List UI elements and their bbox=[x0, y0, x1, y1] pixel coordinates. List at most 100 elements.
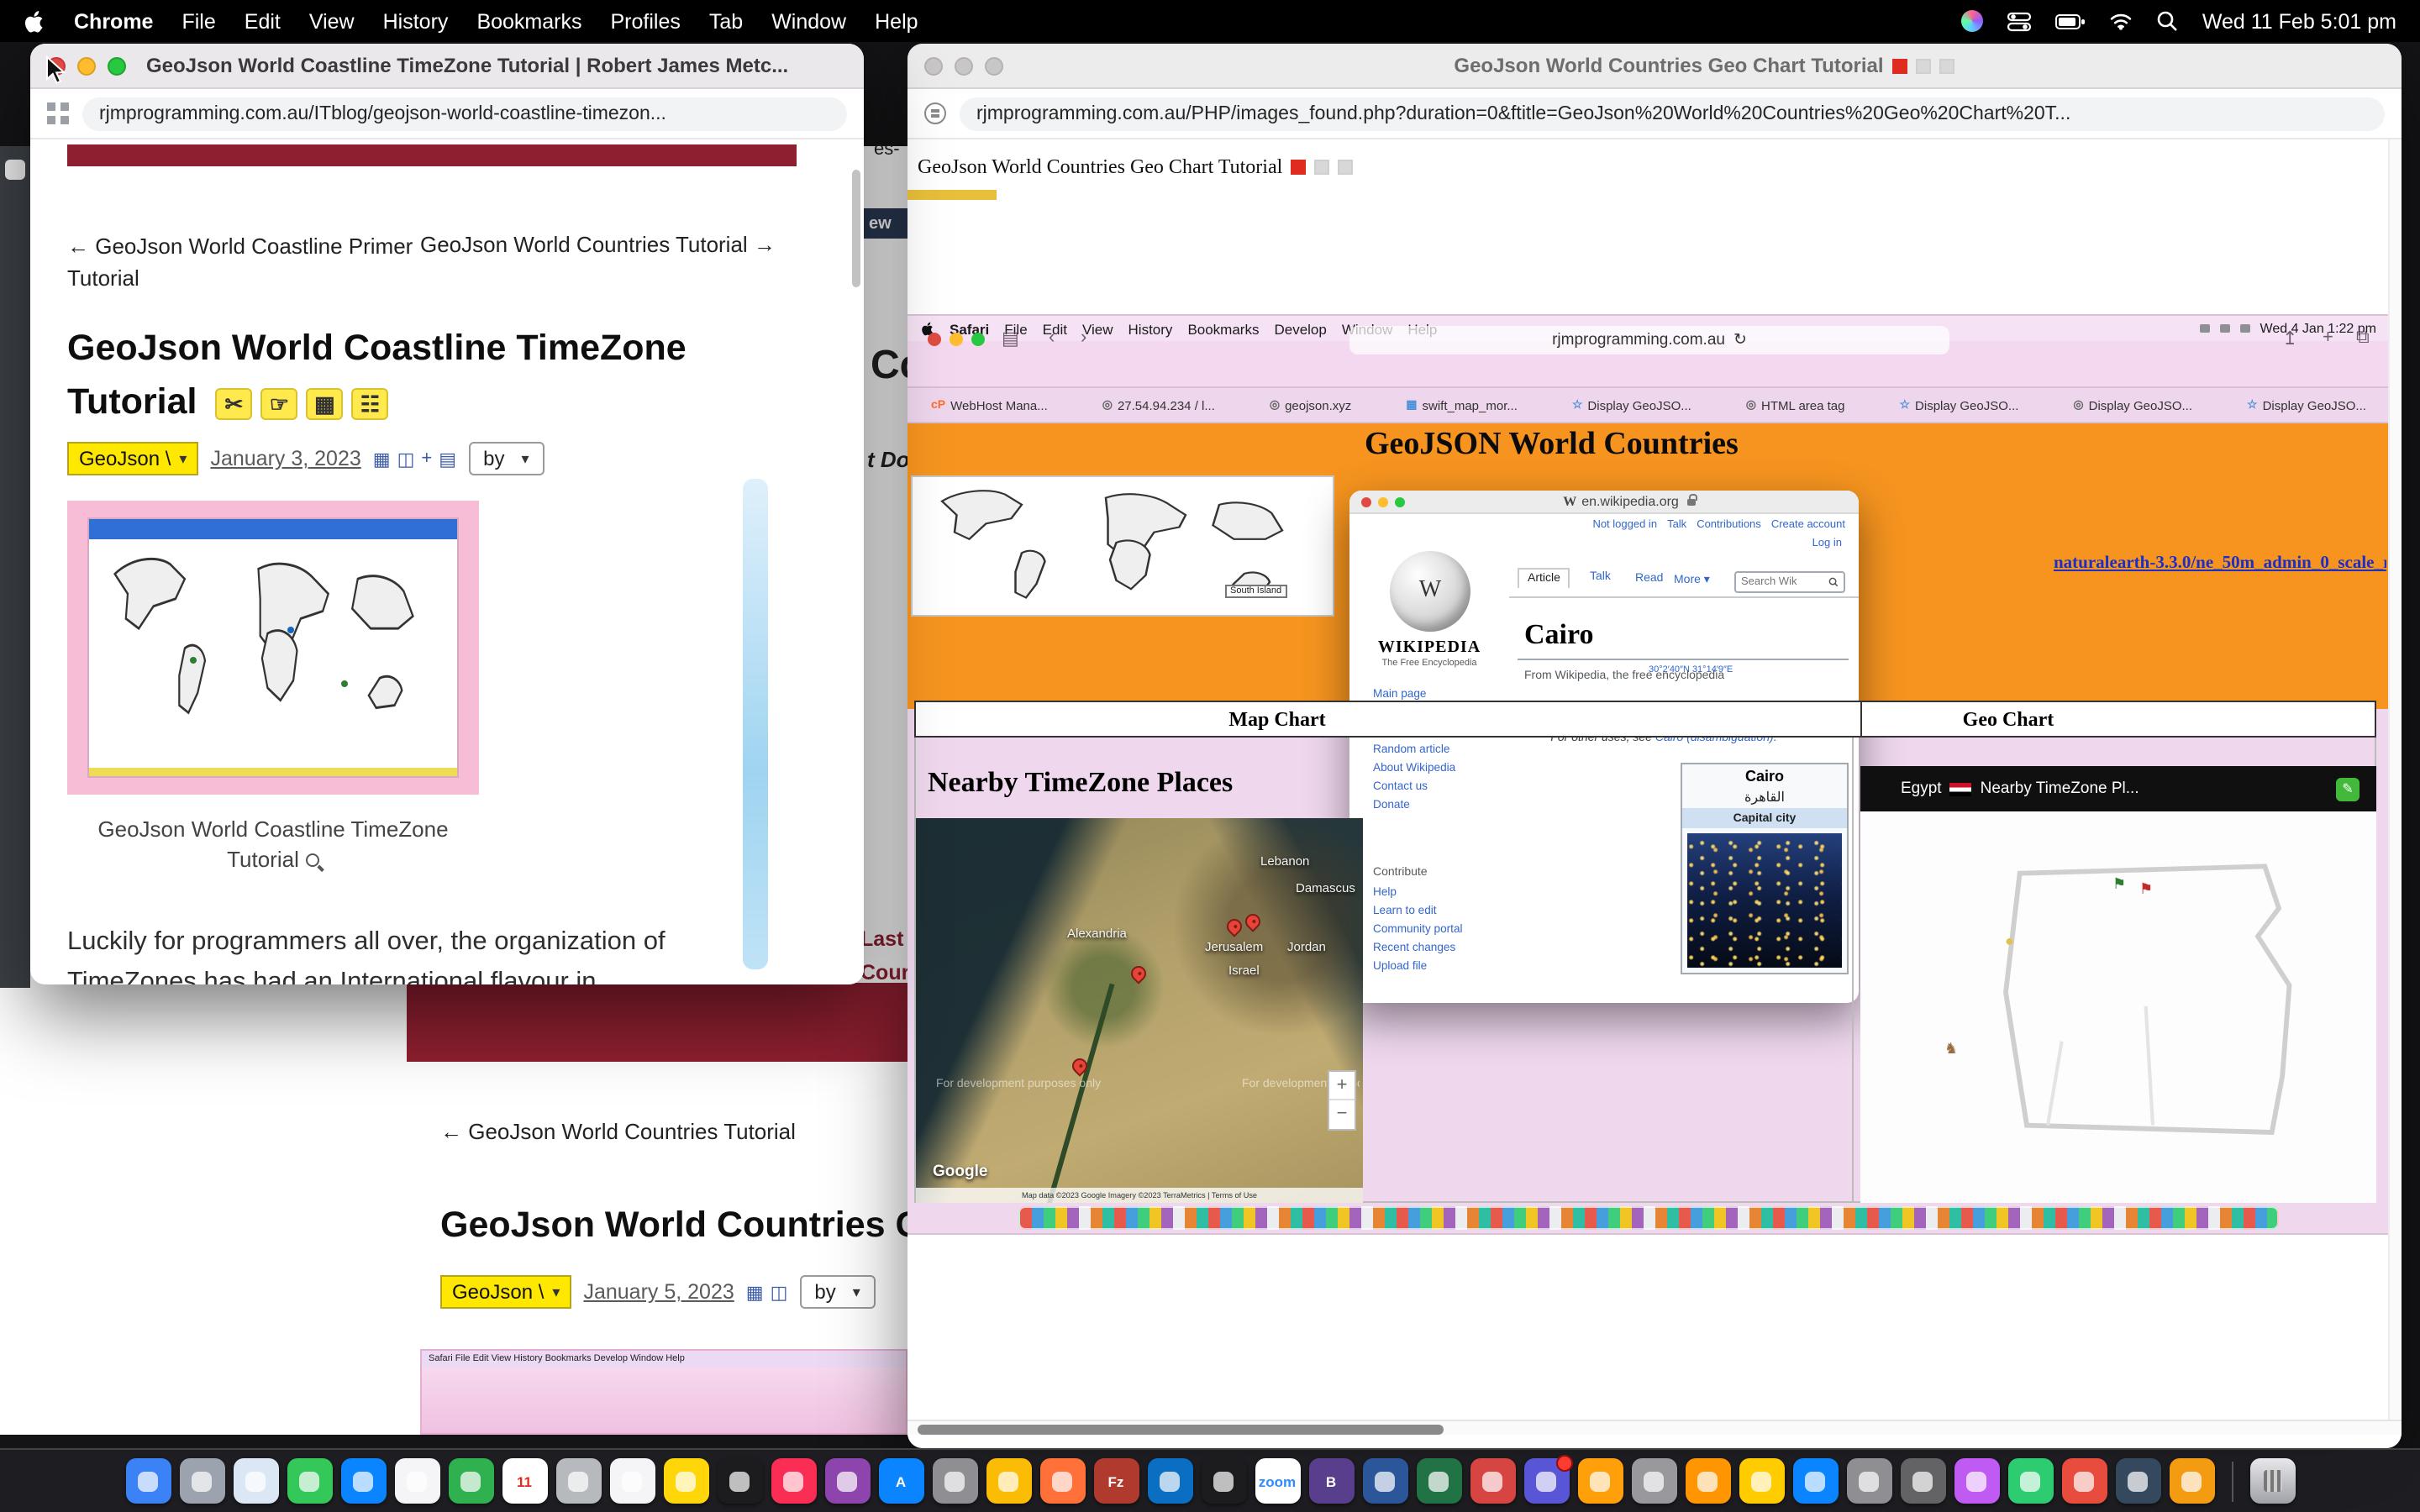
zoom-in-button[interactable]: + bbox=[1329, 1072, 1355, 1100]
dock-app-icon[interactable]: Fz bbox=[1093, 1458, 1139, 1504]
emoji-marker[interactable]: ⚑ bbox=[2139, 880, 2153, 899]
zoom-button[interactable] bbox=[971, 333, 985, 346]
dock-app-icon[interactable] bbox=[340, 1458, 386, 1504]
dock-app-icon[interactable] bbox=[2169, 1458, 2214, 1504]
button-fragment[interactable]: ew bbox=[864, 208, 908, 239]
personal-link[interactable]: Talk bbox=[1667, 519, 1686, 531]
zoom-button[interactable] bbox=[1395, 496, 1405, 507]
search-icon[interactable] bbox=[1828, 576, 1839, 588]
favorite-item[interactable]: ▦swift_map_mor... bbox=[1406, 397, 1518, 412]
menu-item[interactable]: Window bbox=[771, 9, 846, 33]
dock-app-icon[interactable]: B bbox=[1308, 1458, 1354, 1504]
map-attribution[interactable]: Map data ©2023 Google Imagery ©2023 Terr… bbox=[916, 1188, 1363, 1203]
dock-app-icon[interactable] bbox=[125, 1458, 171, 1504]
meta-icon[interactable]: ▦ bbox=[746, 1281, 764, 1303]
vertical-scrollbar-track[interactable] bbox=[2388, 139, 2402, 1420]
site-info-icon[interactable] bbox=[924, 102, 946, 124]
emoji-marker[interactable]: ● bbox=[2005, 932, 2014, 949]
sidebar-icon[interactable]: ▤ bbox=[1002, 328, 1019, 349]
window-titlebar[interactable]: GeoJson World Coastline TimeZone Tutoria… bbox=[30, 44, 864, 89]
post-thumbnail-image[interactable]: Safari File Edit View History Bookmarks … bbox=[420, 1349, 908, 1435]
google-logo[interactable]: Google bbox=[933, 1163, 987, 1181]
embedded-screenshot[interactable]: Safari FileEditViewHistoryBookmarksDevel… bbox=[908, 316, 2390, 1233]
address-bar[interactable]: rjmprogramming.com.au/PHP/images_found.p… bbox=[960, 97, 2385, 130]
dock-app-icon[interactable] bbox=[1792, 1458, 1838, 1504]
minimize-button[interactable] bbox=[955, 56, 973, 75]
inner-menu-item[interactable]: Bookmarks bbox=[1187, 320, 1259, 337]
prev-post-link[interactable]: ← GeoJson World Coastline Primer Tutoria… bbox=[67, 232, 420, 295]
geojson-file-link[interactable]: naturalearth-3.3.0/ne_50m_admin_0_scale_… bbox=[2054, 554, 2386, 573]
post-date-link[interactable]: January 5, 2023 bbox=[583, 1280, 734, 1304]
dock-app-icon[interactable] bbox=[1846, 1458, 1891, 1504]
address-bar[interactable]: rjmprogramming.com.au/ITblog/geojson-wor… bbox=[82, 97, 847, 130]
emoji-button[interactable]: ▦ bbox=[306, 388, 343, 420]
meta-icon[interactable]: ▤ bbox=[439, 448, 456, 470]
minimize-button[interactable] bbox=[1378, 496, 1388, 507]
menu-item[interactable]: View bbox=[309, 9, 355, 33]
personal-link[interactable]: Contributions bbox=[1697, 519, 1761, 531]
map-pin-icon[interactable] bbox=[1223, 916, 1244, 937]
favorite-item[interactable]: ◎Display GeoJSO... bbox=[2073, 397, 2192, 412]
view-more[interactable]: More ▾ bbox=[1674, 573, 1710, 586]
close-button[interactable] bbox=[1361, 496, 1371, 507]
minimize-button[interactable] bbox=[77, 56, 96, 75]
zoom-button[interactable] bbox=[985, 56, 1003, 75]
dock-app-icon[interactable] bbox=[1900, 1458, 1945, 1504]
dock-app-icon[interactable] bbox=[448, 1458, 493, 1504]
spotlight-search-icon[interactable] bbox=[2157, 10, 2179, 32]
dock-app-icon[interactable] bbox=[1523, 1458, 1569, 1504]
dock-app-icon[interactable] bbox=[932, 1458, 977, 1504]
menu-item[interactable]: Tab bbox=[709, 9, 743, 33]
dock-app-icon[interactable] bbox=[1201, 1458, 1246, 1504]
tab-talk[interactable]: Talk bbox=[1581, 568, 1619, 586]
window-titlebar[interactable]: GeoJson World Countries Geo Chart Tutori… bbox=[908, 44, 2402, 89]
dock-app-icon[interactable] bbox=[287, 1458, 332, 1504]
dock-app-icon[interactable] bbox=[2007, 1458, 2053, 1504]
dock-app-icon[interactable] bbox=[394, 1458, 439, 1504]
control-center-icon[interactable] bbox=[2007, 10, 2033, 32]
menu-item[interactable]: Edit bbox=[245, 9, 281, 33]
personal-link[interactable]: Create account bbox=[1771, 519, 1845, 531]
favorite-item[interactable]: cPWebHost Mana... bbox=[931, 397, 1048, 412]
minimize-button[interactable] bbox=[950, 333, 963, 346]
next-post-link[interactable]: GeoJson World Countries Tutorial → bbox=[420, 232, 776, 257]
meta-icon[interactable]: + bbox=[421, 448, 432, 470]
dock-app-icon[interactable] bbox=[1039, 1458, 1085, 1504]
dock-app-icon[interactable] bbox=[233, 1458, 278, 1504]
favorite-item[interactable]: ◎geojson.xyz bbox=[1270, 397, 1351, 412]
dock-app-icon[interactable] bbox=[1954, 1458, 1999, 1504]
dock-app-icon[interactable] bbox=[179, 1458, 224, 1504]
dock-app-icon[interactable] bbox=[1739, 1458, 1784, 1504]
dock-app-icon[interactable] bbox=[1416, 1458, 1461, 1504]
wikipedia-search-box[interactable] bbox=[1734, 571, 1845, 593]
tab-overview-icon[interactable]: ⧉ bbox=[2356, 328, 2370, 349]
world-map-image[interactable]: South Island bbox=[911, 475, 1334, 617]
post-title[interactable]: GeoJson World Countries G bbox=[440, 1205, 908, 1247]
refresh-icon[interactable]: ↻ bbox=[1733, 331, 1747, 349]
menu-item[interactable]: History bbox=[383, 9, 449, 33]
inner-address-bar[interactable]: rjmprogramming.com.au ↻ bbox=[1349, 326, 1949, 354]
menu-item[interactable]: Help bbox=[875, 9, 918, 33]
inner-menu-item[interactable]: Develop bbox=[1274, 320, 1326, 337]
favorite-item[interactable]: ◎HTML area tag bbox=[1746, 397, 1845, 412]
close-button[interactable] bbox=[928, 333, 941, 346]
dock-app-icon[interactable]: zoom bbox=[1255, 1458, 1300, 1504]
meta-icon[interactable]: ◫ bbox=[771, 1281, 788, 1303]
favorite-item[interactable]: ☆Display GeoJSO... bbox=[2247, 397, 2366, 412]
map-pin-icon[interactable] bbox=[1128, 963, 1149, 984]
close-button[interactable] bbox=[924, 56, 943, 75]
login-link[interactable]: Log in bbox=[1812, 538, 1842, 549]
notes-icon[interactable]: ✎ bbox=[2336, 777, 2360, 801]
dock-app-icon[interactable] bbox=[555, 1458, 601, 1504]
dock-app-icon[interactable] bbox=[1362, 1458, 1407, 1504]
dock-app-icon[interactable] bbox=[771, 1458, 816, 1504]
back-icon[interactable]: ‹ bbox=[1049, 328, 1055, 348]
dock-app-icon[interactable] bbox=[1685, 1458, 1730, 1504]
author-select[interactable]: by▾ bbox=[799, 1275, 875, 1309]
dock-app-icon[interactable] bbox=[663, 1458, 708, 1504]
meta-icon[interactable]: ◫ bbox=[397, 448, 415, 470]
zoom-button[interactable] bbox=[108, 56, 126, 75]
favorite-item[interactable]: ☆Display GeoJSO... bbox=[1572, 397, 1691, 412]
category-select[interactable]: GeoJson \▾ bbox=[67, 442, 198, 475]
inner-menu-item[interactable]: History bbox=[1128, 320, 1173, 337]
